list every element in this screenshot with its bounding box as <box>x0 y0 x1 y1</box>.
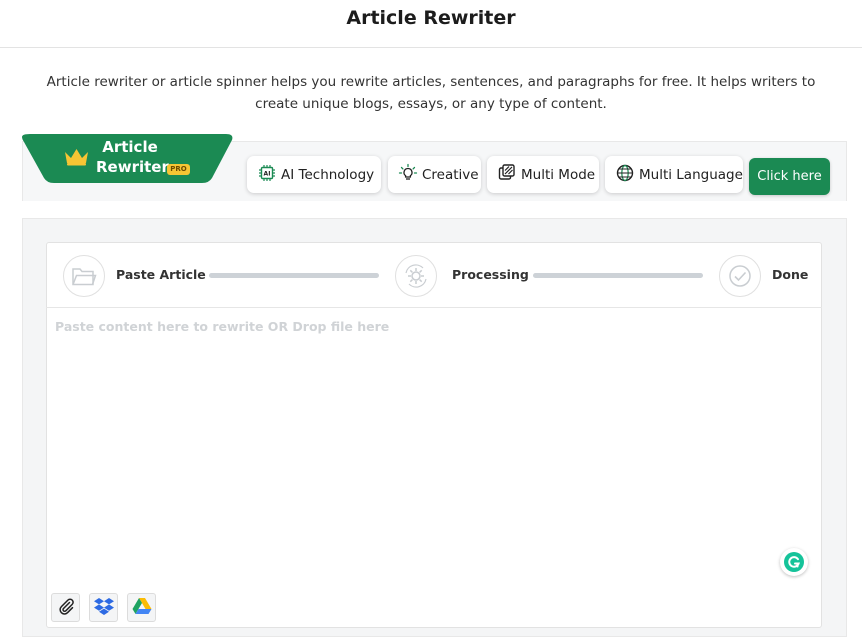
page-title: Article Rewriter <box>346 7 516 29</box>
paperclip-icon <box>57 597 75 619</box>
feature-label: Multi Mode <box>521 166 596 183</box>
google-drive-icon <box>132 597 152 619</box>
dropbox-button[interactable] <box>89 593 118 622</box>
step-done: Done <box>772 267 809 282</box>
feature-multi-language[interactable]: Multi Language <box>605 156 743 193</box>
google-drive-button[interactable] <box>127 593 156 622</box>
page-header: Article Rewriter <box>0 0 862 48</box>
dropbox-icon <box>93 597 114 619</box>
intro-text: Article rewriter or article spinner help… <box>46 74 816 112</box>
feature-label: Creative <box>422 166 479 183</box>
crown-icon <box>63 147 90 170</box>
feature-label: Multi Language <box>639 166 743 183</box>
pro-badge: PRO <box>167 164 190 175</box>
svg-text:AI: AI <box>264 170 271 177</box>
progress-steps: Paste Article Processing Done <box>46 242 822 308</box>
step-processing: Processing <box>452 267 529 282</box>
check-circle-icon <box>719 255 761 297</box>
multi-mode-icon <box>497 163 517 187</box>
brand-tab: Article Rewriter PRO <box>22 134 234 183</box>
feature-multi-mode[interactable]: Multi Mode <box>487 156 599 193</box>
brand-title-line1: Article <box>102 138 158 156</box>
attach-file-button[interactable] <box>51 593 80 622</box>
step-track-1 <box>209 273 379 278</box>
globe-icon <box>615 163 635 187</box>
folder-icon <box>63 255 105 297</box>
gear-icon <box>395 255 437 297</box>
ai-chip-icon: AI <box>257 163 277 187</box>
lightbulb-icon <box>398 163 418 187</box>
article-input[interactable] <box>47 309 821 589</box>
feature-creative[interactable]: Creative <box>388 156 481 193</box>
feature-ai-technology[interactable]: AI AI Technology <box>247 156 381 193</box>
step-paste-article: Paste Article <box>116 267 206 282</box>
click-here-button[interactable]: Click here <box>749 158 830 195</box>
brand-title-line2: Rewriter <box>96 158 169 176</box>
grammarly-icon[interactable] <box>780 548 808 576</box>
feature-label: AI Technology <box>281 166 375 183</box>
step-track-2 <box>533 273 703 278</box>
